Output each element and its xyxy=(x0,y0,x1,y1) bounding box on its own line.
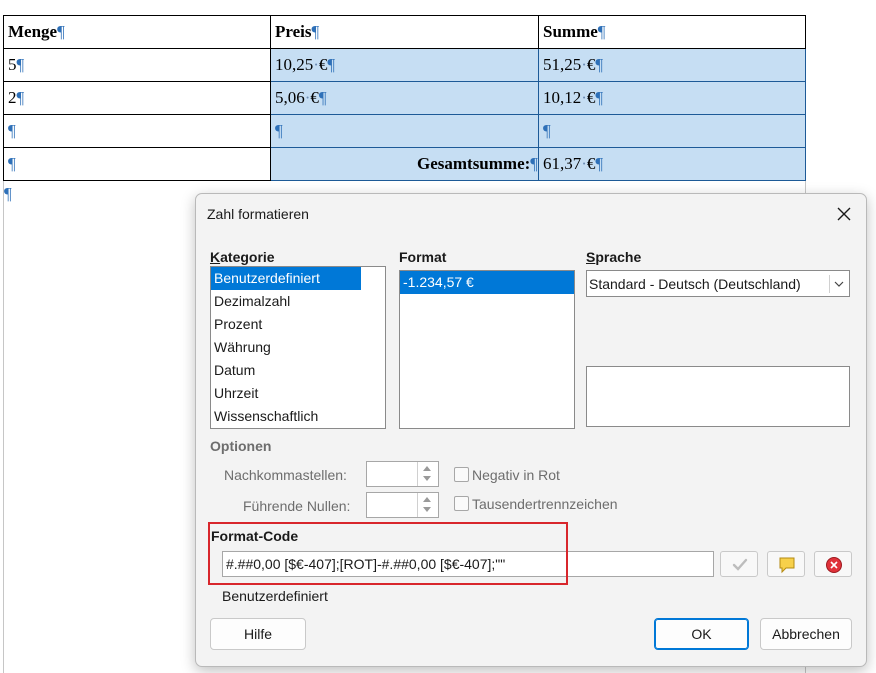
format-description: Benutzerdefiniert xyxy=(222,588,328,604)
kategorie-list[interactable]: Benutzerdefiniert Dezimalzahl Prozent Wä… xyxy=(210,266,386,429)
table-cell[interactable]: ¶ xyxy=(3,114,271,148)
table-cell[interactable]: 5¶ xyxy=(3,48,271,82)
dialog-title: Zahl formatieren xyxy=(207,206,309,222)
sprache-select[interactable]: Standard - Deutsch (Deutschland) xyxy=(586,270,850,297)
stepper-down-icon[interactable] xyxy=(423,507,431,512)
stepper-up-icon[interactable] xyxy=(423,466,431,471)
nachkommastellen-label: Nachkommastellen: xyxy=(224,467,347,483)
format-preview xyxy=(586,366,850,427)
table-cell[interactable]: 10,12·€¶ xyxy=(538,81,806,115)
sprache-label: Sprache xyxy=(586,249,642,265)
tausender-label: Tausendertrennzeichen xyxy=(472,496,618,512)
table-header-row: Menge¶ Preis¶ Summe¶ xyxy=(3,15,806,49)
close-icon[interactable] xyxy=(832,202,856,226)
stepper-down-icon[interactable] xyxy=(423,476,431,481)
negativ-rot-checkbox[interactable] xyxy=(454,467,469,482)
paragraph-mark: ¶ xyxy=(4,184,12,203)
stepper-up-icon[interactable] xyxy=(423,497,431,502)
table-row: 2¶ 5,06·€¶ 10,12·€¶ xyxy=(3,81,806,115)
sprache-value: Standard - Deutsch (Deutschland) xyxy=(589,276,801,292)
price-table[interactable]: Menge¶ Preis¶ Summe¶ 5¶ 10,25·€¶ 51,25·€… xyxy=(3,15,806,181)
table-cell[interactable]: ¶ xyxy=(538,114,806,148)
table-total-row: ¶ Gesamtsumme:¶ 61,37·€¶ xyxy=(3,147,806,181)
help-button[interactable]: Hilfe xyxy=(210,618,306,650)
table-cell[interactable]: ¶ xyxy=(3,147,271,181)
total-value-cell[interactable]: 61,37·€¶ xyxy=(538,147,806,181)
table-cell[interactable]: 2¶ xyxy=(3,81,271,115)
comment-icon xyxy=(779,557,795,574)
table-cell[interactable]: 10,25·€¶ xyxy=(270,48,539,82)
fuehrende-nullen-label: Führende Nullen: xyxy=(243,498,351,514)
chevron-down-icon[interactable] xyxy=(829,275,848,293)
list-item[interactable]: Datum xyxy=(211,359,361,382)
page-margin-left xyxy=(3,180,4,673)
table-cell[interactable]: 5,06·€¶ xyxy=(270,81,539,115)
optionen-label: Optionen xyxy=(210,438,272,454)
table-cell[interactable]: 51,25·€¶ xyxy=(538,48,806,82)
stepper-buttons[interactable] xyxy=(417,462,438,486)
number-format-dialog: Zahl formatieren Kategorie Benutzerdefin… xyxy=(195,193,867,667)
tausender-checkbox[interactable] xyxy=(454,496,469,511)
cancel-button[interactable]: Abbrechen xyxy=(760,618,852,650)
header-cell-menge[interactable]: Menge¶ xyxy=(3,15,271,49)
table-cell[interactable]: ¶ xyxy=(270,114,539,148)
fuehrende-nullen-stepper[interactable] xyxy=(366,492,439,518)
list-item[interactable]: Wissenschaftlich xyxy=(211,405,361,428)
delete-icon xyxy=(826,557,842,573)
list-item[interactable]: Währung xyxy=(211,336,361,359)
delete-code-button[interactable] xyxy=(814,551,852,577)
checkmark-icon xyxy=(732,558,748,571)
total-label-cell[interactable]: Gesamtsumme:¶ xyxy=(270,147,539,181)
format-code-label: Format-Code xyxy=(211,528,299,544)
header-cell-summe[interactable]: Summe¶ xyxy=(538,15,806,49)
header-cell-preis[interactable]: Preis¶ xyxy=(270,15,539,49)
kategorie-label: Kategorie xyxy=(210,249,275,265)
kategorie-label-rest: ategorie xyxy=(220,249,275,265)
format-list[interactable]: -1.234,57 € xyxy=(399,270,575,429)
list-item[interactable]: Benutzerdefiniert xyxy=(211,267,361,290)
negativ-rot-label: Negativ in Rot xyxy=(472,467,560,483)
nachkommastellen-stepper[interactable] xyxy=(366,461,439,487)
list-item[interactable]: Prozent xyxy=(211,313,361,336)
list-item[interactable]: -1.234,57 € xyxy=(400,271,574,294)
table-row: ¶ ¶ ¶ xyxy=(3,114,806,148)
format-label: Format xyxy=(399,249,447,265)
ok-button[interactable]: OK xyxy=(654,618,749,650)
list-item[interactable]: Dezimalzahl xyxy=(211,290,361,313)
accept-code-button[interactable] xyxy=(720,551,758,577)
sprache-label-rest: prache xyxy=(595,249,642,265)
format-code-input[interactable] xyxy=(222,551,714,577)
list-item[interactable]: Uhrzeit xyxy=(211,382,361,405)
table-row: 5¶ 10,25·€¶ 51,25·€¶ xyxy=(3,48,806,82)
comment-button[interactable] xyxy=(767,551,805,577)
stepper-buttons[interactable] xyxy=(417,493,438,517)
